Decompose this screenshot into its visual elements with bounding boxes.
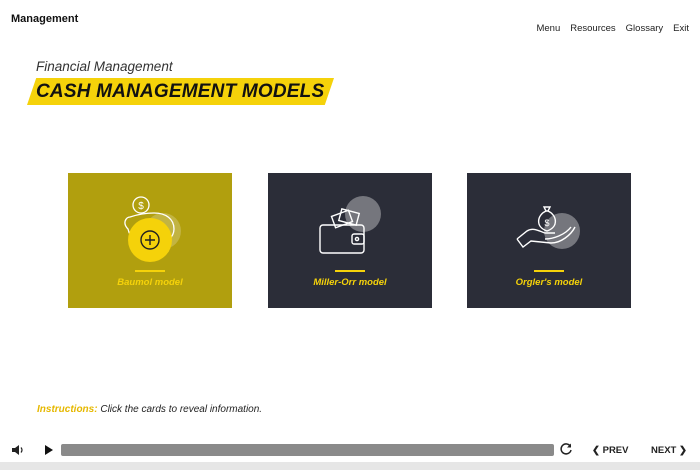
top-nav: Menu Resources Glossary Exit <box>536 23 689 34</box>
replay-icon[interactable] <box>560 443 573 456</box>
glossary-link[interactable]: Glossary <box>626 23 663 34</box>
resources-link[interactable]: Resources <box>570 23 615 34</box>
instructions: Instructions: Click the cards to reveal … <box>37 404 262 415</box>
card-label: Orgler's model <box>515 277 583 288</box>
play-icon[interactable] <box>44 445 53 455</box>
next-button[interactable]: NEXT ❯ <box>651 445 687 456</box>
svg-text:$: $ <box>138 201 144 212</box>
chevron-right-icon: ❯ <box>678 445 687 456</box>
hand-money-bag-icon: $ <box>516 206 580 249</box>
page-subtitle: Financial Management <box>36 59 173 74</box>
next-label: NEXT <box>651 445 677 456</box>
instructions-text: Click the cards to reveal information. <box>100 404 263 415</box>
instructions-lead: Instructions: <box>37 404 98 415</box>
volume-icon[interactable] <box>11 444 25 456</box>
exit-link[interactable]: Exit <box>673 23 689 34</box>
footer-strip <box>0 462 700 470</box>
card-divider <box>135 270 165 272</box>
card-divider <box>534 270 564 272</box>
svg-text:$: $ <box>544 218 549 228</box>
card-baumol-model[interactable]: $ Baumol model <box>68 173 232 308</box>
card-label: Baumol model <box>117 277 183 288</box>
prev-label: PREV <box>602 445 629 456</box>
card-miller-orr-model[interactable]: Miller-Orr model <box>268 173 432 308</box>
chevron-left-icon: ❮ <box>592 445 600 456</box>
app-title: Management <box>11 13 79 25</box>
page-title: CASH MANAGEMENT MODELS <box>36 81 325 102</box>
progress-bar[interactable] <box>61 444 554 456</box>
prev-button[interactable]: ❮ PREV <box>592 445 628 456</box>
card-label: Miller-Orr model <box>313 277 387 288</box>
piggy-bank-coin-icon: $ <box>124 196 181 262</box>
card-orglers-model[interactable]: $ Orgler's model <box>467 173 631 308</box>
wallet-cash-icon <box>319 196 381 254</box>
menu-link[interactable]: Menu <box>536 23 560 34</box>
card-divider <box>335 270 365 272</box>
